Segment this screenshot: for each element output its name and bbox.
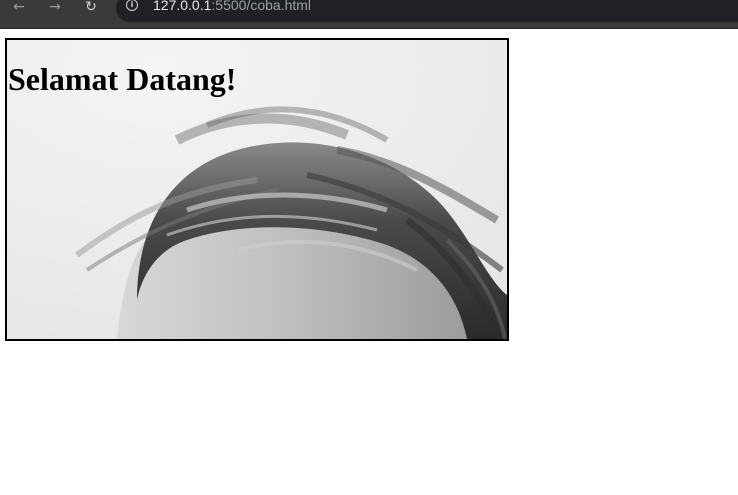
url-host: 127.0.0.1 [153, 0, 212, 13]
hero-banner: Selamat Datang! [5, 38, 509, 341]
address-bar[interactable]: i 127.0.0.1:5500/coba.html [116, 0, 738, 22]
reload-icon[interactable]: ↻ [80, 0, 102, 14]
page-title: Selamat Datang! [8, 61, 237, 97]
url-text[interactable]: 127.0.0.1:5500/coba.html [153, 0, 311, 12]
back-arrow-icon[interactable]: ← [8, 0, 30, 14]
info-icon[interactable]: i [126, 0, 138, 11]
page-viewport: Selamat Datang! [0, 29, 738, 495]
url-path: :5500/coba.html [211, 0, 312, 13]
forward-arrow-icon[interactable]: → [44, 0, 66, 14]
browser-toolbar: ← → ↻ i 127.0.0.1:5500/coba.html [0, 0, 738, 29]
